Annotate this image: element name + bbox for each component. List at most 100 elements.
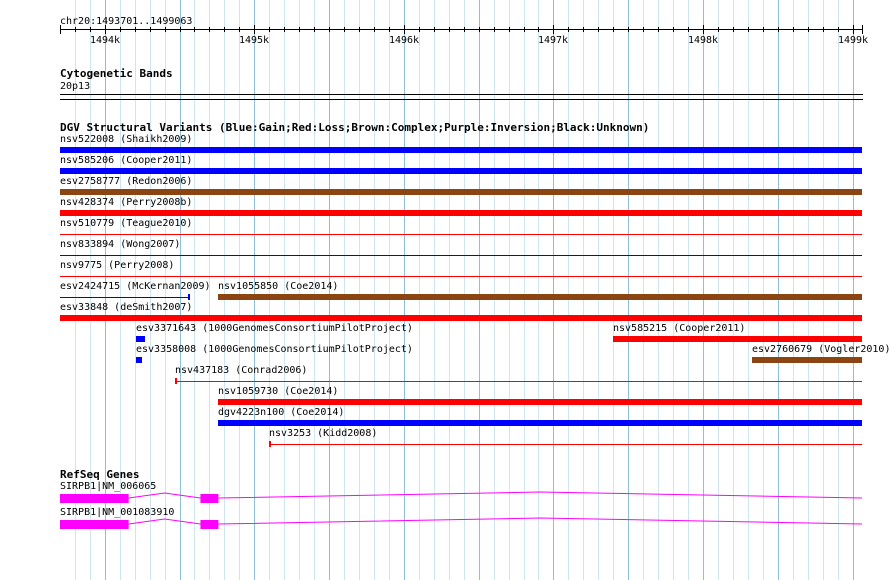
ruler-minor-tick <box>613 27 614 32</box>
variant-label: nsv510779 (Teague2010) <box>60 218 193 229</box>
dgv-title: DGV Structural Variants (Blue:Gain;Red:L… <box>60 121 650 134</box>
variant-label: esv2758777 (Redon2006) <box>60 176 193 187</box>
variant-feature[interactable] <box>218 420 862 426</box>
refseq-title: RefSeq Genes <box>60 468 140 481</box>
ruler-tick-label: 1495k <box>238 35 270 46</box>
variant-label: esv2424715 (McKernan2009) <box>60 281 211 292</box>
ruler-tick-label: 1499k <box>837 35 869 46</box>
variant-label: dgv4223n100 (Coe2014) <box>218 407 345 418</box>
ruler-major-tick <box>553 25 554 34</box>
ruler-minor-tick <box>793 27 794 32</box>
ruler-tick-label: 1498k <box>687 35 719 46</box>
ruler-minor-tick <box>299 27 300 32</box>
gene-exon <box>60 494 129 503</box>
ruler-minor-tick <box>838 27 839 32</box>
gene-model[interactable] <box>0 515 890 535</box>
ruler-minor-tick <box>509 27 510 32</box>
ruler-minor-tick <box>449 27 450 32</box>
ruler-minor-tick <box>494 27 495 32</box>
variant-feature[interactable] <box>60 210 862 216</box>
ruler-minor-tick <box>658 27 659 32</box>
variant-feature[interactable] <box>60 147 862 153</box>
ruler-minor-tick <box>464 27 465 32</box>
ruler-minor-tick <box>374 27 375 32</box>
variant-label: nsv585206 (Cooper2011) <box>60 155 193 166</box>
ruler-minor-tick <box>538 27 539 32</box>
gene-intron <box>128 491 863 499</box>
ruler-minor-tick <box>748 27 749 32</box>
variant-feature[interactable] <box>60 255 862 256</box>
variant-feature[interactable] <box>218 399 862 405</box>
variant-label: nsv585215 (Cooper2011) <box>613 323 746 334</box>
variant-feature[interactable] <box>613 336 862 342</box>
region-label: chr20:1493701..1499063 <box>60 16 193 27</box>
gene-exon <box>200 520 219 529</box>
ruler-minor-tick <box>434 27 435 32</box>
variant-label: nsv833894 (Wong2007) <box>60 239 181 250</box>
ruler-minor-tick <box>329 27 330 32</box>
ruler-minor-tick <box>479 27 480 32</box>
ruler-minor-tick <box>314 27 315 32</box>
ruler-minor-tick <box>524 27 525 32</box>
variant-feature[interactable] <box>60 276 862 277</box>
variant-label: nsv522008 (Shaikh2009) <box>60 134 193 145</box>
ruler-major-tick <box>853 25 854 34</box>
ruler-minor-tick <box>224 27 225 32</box>
ruler-minor-tick <box>359 27 360 32</box>
ruler-minor-tick <box>150 27 151 32</box>
variant-label: nsv3253 (Kidd2008) <box>269 428 378 439</box>
variant-label: nsv9775 (Perry2008) <box>60 260 175 271</box>
ruler-minor-tick <box>344 27 345 32</box>
variant-feature[interactable] <box>136 336 145 342</box>
ruler-minor-tick <box>165 27 166 32</box>
ruler-minor-tick <box>763 27 764 32</box>
ruler-end-cap <box>862 25 863 34</box>
ruler-minor-tick <box>284 27 285 32</box>
gene-intron <box>128 517 863 525</box>
ruler-minor-tick <box>269 27 270 32</box>
variant-label: nsv1055850 (Coe2014) <box>218 281 339 292</box>
ruler-minor-tick <box>120 27 121 32</box>
ruler-minor-tick <box>568 27 569 32</box>
ruler-major-tick <box>254 25 255 34</box>
variant-label: esv2760679 (Vogler2010) <box>752 344 890 355</box>
variant-label: esv33848 (deSmith2007) <box>60 302 193 313</box>
variant-label: nsv1059730 (Coe2014) <box>218 386 339 397</box>
gene-model[interactable] <box>0 489 890 509</box>
variant-label: nsv437183 (Conrad2006) <box>175 365 308 376</box>
ruler-minor-tick <box>778 27 779 32</box>
variant-feature[interactable] <box>60 189 862 195</box>
ruler-minor-tick <box>135 27 136 32</box>
ruler-minor-tick <box>598 27 599 32</box>
variant-end-mark <box>269 441 271 447</box>
ruler-minor-tick <box>583 27 584 32</box>
variant-label: esv3358008 (1000GenomesConsortiumPilotPr… <box>136 344 413 355</box>
variant-feature[interactable] <box>60 315 862 321</box>
ruler-minor-tick <box>718 27 719 32</box>
variant-feature[interactable] <box>269 444 862 445</box>
ruler-minor-tick <box>209 27 210 32</box>
ruler-tick-label: 1497k <box>537 35 569 46</box>
variant-feature[interactable] <box>175 381 862 382</box>
ruler-start-cap <box>60 25 61 34</box>
ruler-minor-tick <box>808 27 809 32</box>
variant-feature[interactable] <box>60 297 188 298</box>
ruler-tick-label: 1494k <box>89 35 121 46</box>
cytoband-line-top <box>60 94 863 95</box>
variant-feature[interactable] <box>752 357 862 363</box>
ruler-major-tick <box>105 25 106 34</box>
variant-feature[interactable] <box>60 168 862 174</box>
ruler-minor-tick <box>180 27 181 32</box>
variant-feature[interactable] <box>136 357 142 363</box>
ruler-minor-tick <box>733 27 734 32</box>
variant-feature[interactable] <box>218 294 862 300</box>
cytoband-label: 20p13 <box>60 81 91 92</box>
ruler-minor-tick <box>688 27 689 32</box>
variant-end-mark <box>188 294 190 300</box>
ruler-major-tick <box>404 25 405 34</box>
ruler-minor-tick <box>239 27 240 32</box>
variant-feature[interactable] <box>60 234 862 235</box>
ruler-minor-tick <box>75 27 76 32</box>
ruler-minor-tick <box>673 27 674 32</box>
ruler-minor-tick <box>419 27 420 32</box>
